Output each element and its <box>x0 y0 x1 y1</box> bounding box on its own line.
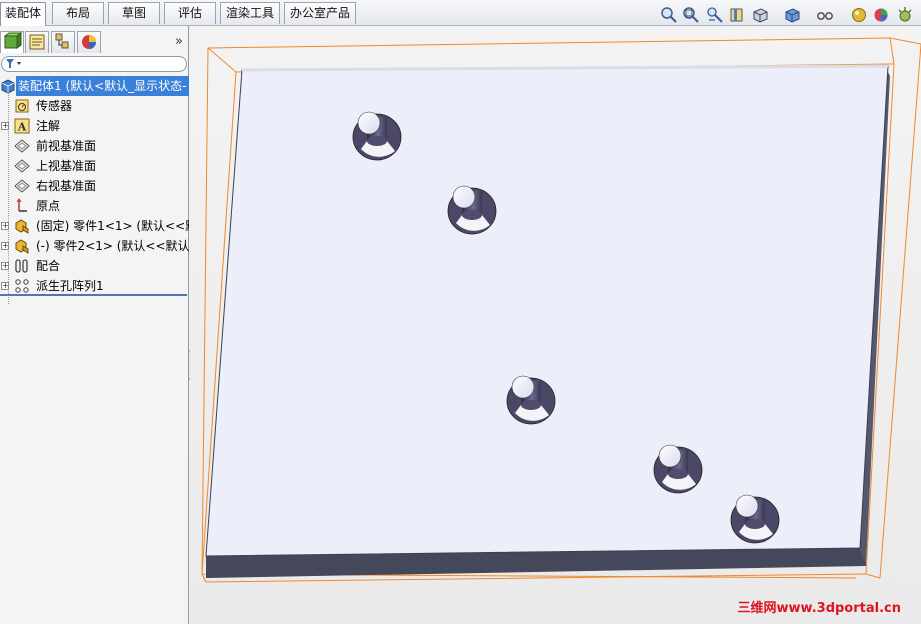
tab-layout[interactable]: 布局 <box>52 2 104 24</box>
part-icon <box>15 239 29 254</box>
annotation-icon: A <box>14 118 30 134</box>
tree-item-label: 传感器 <box>36 99 73 113</box>
plane-icon <box>14 179 30 193</box>
panel-tabs: » <box>0 29 189 55</box>
expand-icon[interactable]: + <box>1 222 9 230</box>
graphics-area[interactable]: 三维网www.3dportal.cn <box>190 26 921 624</box>
tree-item-label: 原点 <box>36 199 61 213</box>
model-view <box>201 37 921 583</box>
hide-show-items-icon[interactable] <box>816 6 834 24</box>
tab-property-manager[interactable] <box>25 31 49 53</box>
filter-icon[interactable] <box>5 58 23 70</box>
section-view-icon[interactable] <box>728 6 746 24</box>
expand-icon[interactable]: + <box>1 282 9 290</box>
tree-item-label: 右视基准面 <box>36 179 97 193</box>
tab-render-tools[interactable]: 渲染工具 <box>220 2 280 24</box>
tree-item-label: 前视基准面 <box>36 139 97 153</box>
plane-icon <box>14 139 30 153</box>
edit-appearance-icon[interactable] <box>850 6 868 24</box>
tree-item-origin[interactable]: 原点 <box>0 196 189 216</box>
sensor-icon <box>15 99 29 113</box>
assembly-icon <box>1 79 15 94</box>
tree-item-part2[interactable]: + (-) 零件2<1> (默认<<默认> <box>0 236 189 256</box>
expand-icon[interactable]: + <box>1 262 9 270</box>
previous-view-icon[interactable] <box>706 6 724 24</box>
tree-bottom-divider <box>0 294 187 296</box>
tree-item-hole-pattern[interactable]: + 派生孔阵列1 <box>0 276 189 296</box>
tab-feature-manager[interactable] <box>0 31 24 53</box>
pattern-icon <box>15 279 29 293</box>
tab-assembly[interactable]: 装配体 <box>0 2 46 26</box>
zoom-to-fit-icon[interactable] <box>660 6 678 24</box>
plane-icon <box>14 159 30 173</box>
feature-manager-panel: » 装配体1 (默认<默认_显示状态- 传感器 + A 注解 前视基准面 上视基… <box>0 26 189 624</box>
tree-item-right-plane[interactable]: 右视基准面 <box>0 176 189 196</box>
tab-office-products[interactable]: 办公室产品 <box>284 2 356 24</box>
tab-display-manager[interactable] <box>77 31 101 53</box>
configuration-manager-icon <box>55 33 69 49</box>
tree-item-label: 派生孔阵列1 <box>36 279 104 293</box>
zoom-area-icon[interactable] <box>682 6 700 24</box>
display-style-icon[interactable] <box>784 6 802 24</box>
plate-top-face <box>205 65 889 557</box>
tree-filter[interactable] <box>1 56 187 72</box>
origin-icon <box>16 198 27 212</box>
svg-text:A: A <box>17 121 27 134</box>
apply-scene-icon[interactable] <box>872 6 890 24</box>
part-icon <box>15 219 29 234</box>
site-watermark: 三维网www.3dportal.cn <box>737 601 901 616</box>
tree-item-part1[interactable]: + (固定) 零件1<1> (默认<<默 <box>0 216 189 236</box>
tree-item-label: (-) 零件2<1> (默认<<默认> <box>36 239 189 253</box>
tree-item-label: 装配体1 (默认<默认_显示状态- <box>16 76 189 96</box>
command-manager-tabs: 装配体 布局 草图 评估 渲染工具 办公室产品 <box>0 0 921 26</box>
tree-item-sensors[interactable]: 传感器 <box>0 96 189 116</box>
tab-sketch[interactable]: 草图 <box>108 2 160 24</box>
heads-up-view-toolbar <box>660 6 921 26</box>
tree-item-label: 上视基准面 <box>36 159 97 173</box>
tree-item-annotations[interactable]: + A 注解 <box>0 116 189 136</box>
display-manager-icon <box>82 35 96 49</box>
mates-icon <box>15 259 28 273</box>
expand-icon[interactable]: + <box>1 122 9 130</box>
tree-item-label: 配合 <box>36 259 61 273</box>
more-tabs-button[interactable]: » <box>175 34 183 49</box>
tree-item-label: (固定) 零件1<1> (默认<<默 <box>36 219 189 233</box>
tree-item-mates[interactable]: + 配合 <box>0 256 189 276</box>
property-manager-icon <box>29 34 45 50</box>
tab-evaluate[interactable]: 评估 <box>164 2 216 24</box>
tree-item-assembly[interactable]: 装配体1 (默认<默认_显示状态- <box>0 76 189 96</box>
expand-icon[interactable]: + <box>1 242 9 250</box>
view-settings-icon[interactable] <box>896 6 914 24</box>
feature-manager-icon <box>3 32 23 49</box>
tree-item-label: 注解 <box>36 119 61 133</box>
tab-configuration-manager[interactable] <box>51 31 75 53</box>
tree-item-front-plane[interactable]: 前视基准面 <box>0 136 189 156</box>
view-orientation-icon[interactable] <box>752 6 770 24</box>
tree-item-top-plane[interactable]: 上视基准面 <box>0 156 189 176</box>
